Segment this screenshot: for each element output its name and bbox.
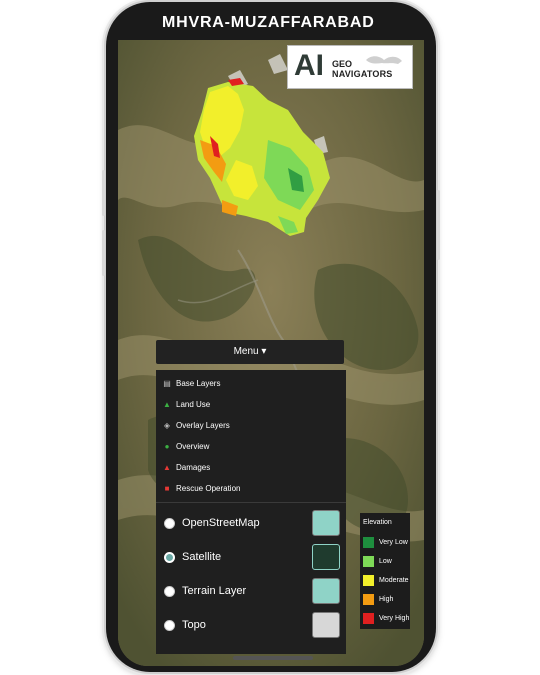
menu-item-label: Land Use <box>176 399 211 409</box>
menu-item-label: Base Layers <box>176 378 221 388</box>
globe-icon: ● <box>164 441 170 451</box>
menu-panel: ▤ Base Layers ▲ Land Use ◈ Overlay Layer… <box>156 370 346 654</box>
openstreetmap-thumbnail[interactable] <box>312 510 340 536</box>
radio-button-selected[interactable] <box>164 551 175 563</box>
satellite-thumbnail[interactable] <box>312 544 340 570</box>
legend-item-low: Low <box>363 554 392 568</box>
base-layer-satellite[interactable]: Satellite <box>164 542 340 572</box>
legend-title: Elevation <box>363 519 392 526</box>
menu-item-label: Overlay Layers <box>176 420 230 430</box>
phone-frame: MHVRA-MUZAFFARABAD AI GEO NAVIGATORS Men… <box>102 2 440 672</box>
truck-icon: ■ <box>164 483 170 493</box>
layer-label: Terrain Layer <box>182 585 247 597</box>
radio-button[interactable] <box>164 517 175 529</box>
volume-down-button <box>102 230 105 276</box>
map-icon: ▤ <box>163 378 171 388</box>
logo-navigators-text: NAVIGATORS <box>332 69 393 79</box>
tree-icon: ▲ <box>163 399 171 409</box>
layer-label: OpenStreetMap <box>182 517 260 529</box>
legend-swatch <box>363 536 374 548</box>
radio-button[interactable] <box>164 619 175 631</box>
menu-button[interactable]: Menu ▾ <box>156 340 344 364</box>
power-button <box>437 190 440 260</box>
base-layer-openstreetmap[interactable]: OpenStreetMap <box>164 508 340 538</box>
map-view[interactable]: AI GEO NAVIGATORS Menu ▾ ▤ Base Layers ▲… <box>118 40 424 666</box>
legend-swatch <box>363 612 374 624</box>
ai-geo-navigators-logo: AI GEO NAVIGATORS <box>287 45 413 89</box>
legend-swatch <box>363 555 374 567</box>
legend-item-very-low: Very Low <box>363 535 408 549</box>
logo-ai-text: AI <box>294 49 324 82</box>
layers-icon: ◈ <box>163 420 171 430</box>
layer-label: Satellite <box>182 551 222 563</box>
legend-label: High <box>379 595 394 603</box>
volume-up-button <box>102 170 105 216</box>
legend-item-high: High <box>363 592 393 606</box>
menu-item-label: Damages <box>176 462 211 472</box>
layer-label: Topo <box>182 619 206 631</box>
legend-label: Very Low <box>379 538 408 546</box>
menu-item-land-use[interactable]: ▲ Land Use <box>162 395 210 413</box>
radio-button[interactable] <box>164 585 175 597</box>
legend-label: Moderate <box>379 576 409 584</box>
warning-icon: ▲ <box>163 462 171 472</box>
menu-item-damages[interactable]: ▲ Damages <box>162 458 210 476</box>
menu-item-base-layers[interactable]: ▤ Base Layers <box>162 374 220 392</box>
menu-item-rescue-operation[interactable]: ■ Rescue Operation <box>162 479 241 497</box>
world-map-icon <box>366 56 402 64</box>
terrain-thumbnail[interactable] <box>312 578 340 604</box>
base-layer-terrain[interactable]: Terrain Layer <box>164 576 340 606</box>
base-layer-topo[interactable]: Topo <box>164 610 340 640</box>
menu-divider <box>156 502 346 503</box>
elevation-legend: Elevation Very Low Low Moderate High Ver… <box>360 513 410 629</box>
menu-item-overlay-layers[interactable]: ◈ Overlay Layers <box>162 416 230 434</box>
legend-label: Very High <box>379 614 410 622</box>
legend-label: Low <box>379 557 392 565</box>
legend-item-moderate: Moderate <box>363 573 409 587</box>
app-title: MHVRA-MUZAFFARABAD <box>162 14 375 31</box>
menu-item-label: Overview <box>176 441 210 451</box>
home-indicator <box>233 656 313 660</box>
logo-geo-text: GEO <box>332 59 353 69</box>
menu-item-overview[interactable]: ● Overview <box>162 437 210 455</box>
menu-item-label: Rescue Operation <box>176 483 241 493</box>
legend-swatch <box>363 574 374 586</box>
legend-swatch <box>363 593 374 605</box>
legend-item-very-high: Very High <box>363 611 409 625</box>
topo-thumbnail[interactable] <box>312 612 340 638</box>
